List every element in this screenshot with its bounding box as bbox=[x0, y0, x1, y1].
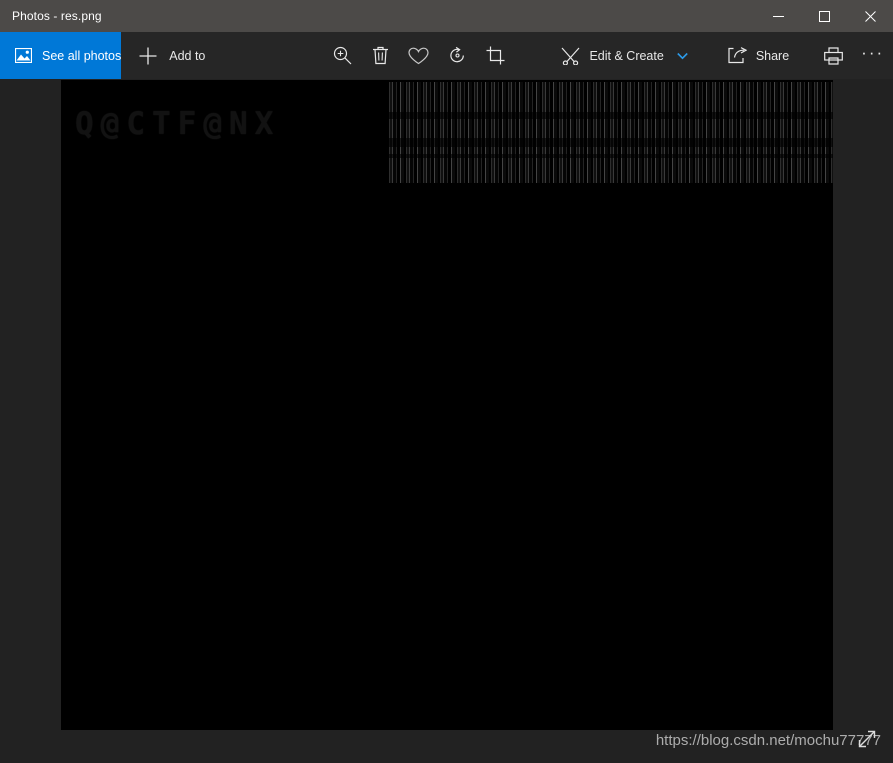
more-options-label: ··· bbox=[861, 43, 885, 62]
see-all-photos-button[interactable]: See all photos bbox=[0, 32, 122, 79]
crop-button[interactable] bbox=[476, 32, 514, 79]
window-controls bbox=[755, 0, 893, 32]
expand-fullscreen-icon[interactable] bbox=[855, 727, 879, 751]
window-title: Photos - res.png bbox=[12, 9, 102, 23]
maximize-button[interactable] bbox=[801, 0, 847, 32]
edit-and-create-button[interactable]: Edit & Create bbox=[550, 32, 698, 79]
heart-icon bbox=[408, 47, 430, 64]
barcode-noise-pattern bbox=[387, 82, 833, 183]
watermark-url: https://blog.csdn.net/mochu77777 bbox=[655, 732, 881, 749]
edit-and-create-label: Edit & Create bbox=[589, 48, 664, 63]
print-icon bbox=[823, 46, 843, 65]
zoom-button[interactable] bbox=[323, 32, 361, 79]
minimize-button[interactable] bbox=[755, 0, 801, 32]
crop-icon bbox=[486, 46, 505, 65]
edit-create-icon bbox=[562, 47, 580, 65]
toolbar-gap-2 bbox=[514, 32, 550, 79]
trash-icon bbox=[373, 46, 389, 65]
print-button[interactable] bbox=[814, 32, 852, 79]
delete-button[interactable] bbox=[362, 32, 400, 79]
picture-icon bbox=[15, 48, 32, 63]
share-button[interactable]: Share bbox=[717, 32, 800, 79]
photo-canvas[interactable]: Q@CTF@NX bbox=[61, 80, 833, 730]
more-options-button[interactable]: ··· bbox=[852, 32, 893, 79]
share-label: Share bbox=[755, 48, 790, 63]
window-titlebar: Photos - res.png bbox=[0, 0, 893, 32]
toolbar-gap bbox=[223, 32, 323, 79]
minimize-icon bbox=[772, 15, 784, 17]
photo-viewer-area: Q@CTF@NX https://blog.csdn.net/mochu7777… bbox=[0, 79, 893, 763]
zoom-in-icon bbox=[333, 46, 352, 65]
share-icon bbox=[728, 47, 747, 64]
close-button[interactable] bbox=[847, 0, 893, 32]
add-to-button[interactable]: Add to bbox=[121, 32, 223, 79]
rotate-button[interactable] bbox=[438, 32, 476, 79]
add-to-label: Add to bbox=[169, 48, 206, 63]
close-icon bbox=[864, 10, 876, 22]
see-all-photos-label: See all photos bbox=[42, 48, 122, 63]
chevron-down-icon bbox=[677, 52, 688, 59]
command-bar: See all photos Add to Edit & Create Shar… bbox=[0, 32, 893, 79]
embedded-image-text: Q@CTF@NX bbox=[75, 106, 281, 142]
noise-band bbox=[387, 112, 833, 119]
noise-band bbox=[387, 154, 833, 158]
favorite-button[interactable] bbox=[400, 32, 438, 79]
rotate-icon bbox=[450, 46, 464, 63]
plus-icon bbox=[139, 47, 157, 64]
maximize-icon bbox=[818, 10, 830, 22]
noise-band bbox=[387, 138, 833, 147]
